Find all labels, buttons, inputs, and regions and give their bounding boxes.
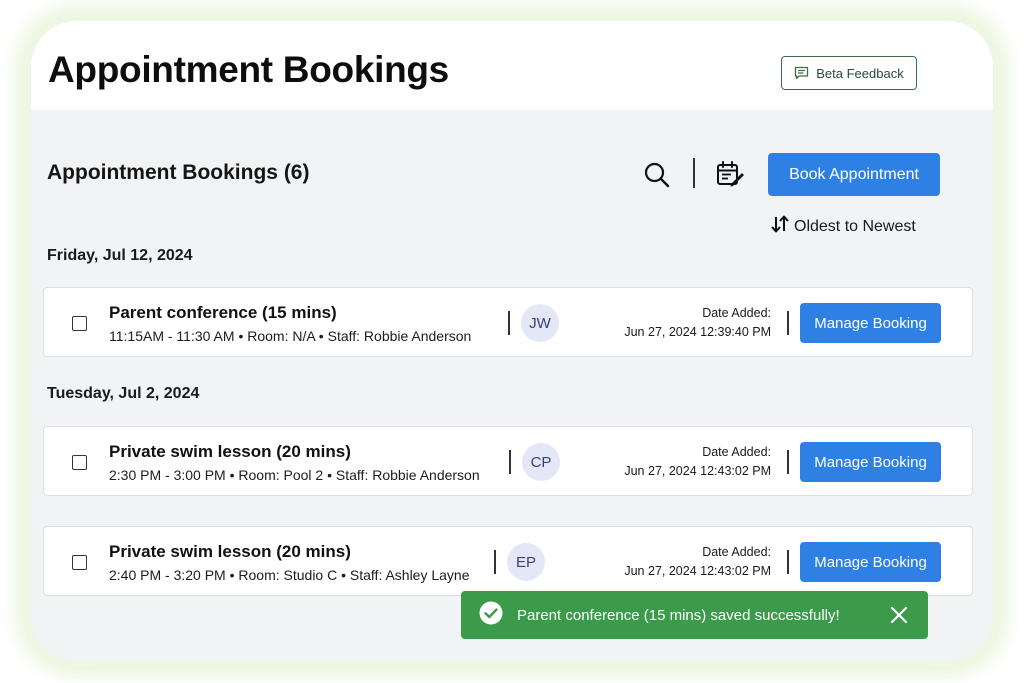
booking-title: Parent conference (15 mins) bbox=[109, 303, 337, 322]
sort-control[interactable]: Oldest to Newest bbox=[770, 215, 916, 238]
row-checkbox[interactable] bbox=[72, 455, 87, 470]
date-header: Tuesday, Jul 2, 2024 bbox=[47, 385, 200, 402]
booking-row: Private swim lesson (20 mins) 2:40 PM - … bbox=[43, 526, 973, 596]
row-divider bbox=[508, 311, 510, 335]
row-divider bbox=[494, 550, 496, 574]
calendar-edit-icon[interactable] bbox=[715, 160, 745, 193]
section-title: Appointment Bookings (6) bbox=[47, 161, 310, 184]
sort-label: Oldest to Newest bbox=[794, 217, 916, 235]
date-header: Friday, Jul 12, 2024 bbox=[47, 247, 193, 264]
date-added-value: Jun 27, 2024 12:43:02 PM bbox=[624, 564, 771, 578]
row-divider bbox=[787, 311, 789, 335]
close-icon[interactable] bbox=[890, 606, 908, 629]
booking-row: Parent conference (15 mins) 11:15AM - 11… bbox=[43, 287, 973, 357]
booking-title: Private swim lesson (20 mins) bbox=[109, 442, 351, 461]
manage-booking-button[interactable]: Manage Booking bbox=[800, 303, 941, 343]
date-added-value: Jun 27, 2024 12:43:02 PM bbox=[624, 464, 771, 478]
check-circle-icon bbox=[479, 601, 503, 630]
beta-feedback-label: Beta Feedback bbox=[816, 65, 904, 81]
row-divider bbox=[787, 450, 789, 474]
avatar: JW bbox=[521, 304, 559, 342]
date-added-label: Date Added: bbox=[702, 545, 771, 559]
page-title: Appointment Bookings bbox=[48, 49, 449, 90]
booking-details: 2:30 PM - 3:00 PM • Room: Pool 2 • Staff… bbox=[109, 467, 480, 483]
row-checkbox[interactable] bbox=[72, 555, 87, 570]
date-added-label: Date Added: bbox=[702, 445, 771, 459]
booking-details: 11:15AM - 11:30 AM • Room: N/A • Staff: … bbox=[109, 328, 472, 344]
page-header: Appointment Bookings Beta Feedback bbox=[31, 21, 993, 110]
date-added-label: Date Added: bbox=[702, 306, 771, 320]
manage-booking-button[interactable]: Manage Booking bbox=[800, 542, 941, 582]
toolbar-divider bbox=[693, 158, 695, 188]
manage-booking-button[interactable]: Manage Booking bbox=[800, 442, 941, 482]
row-divider bbox=[509, 450, 511, 474]
sort-arrows-icon bbox=[770, 215, 790, 238]
feedback-icon bbox=[794, 66, 809, 80]
bookings-panel: Appointment Bookings Beta Feedback Appoi… bbox=[31, 21, 993, 661]
row-checkbox[interactable] bbox=[72, 316, 87, 331]
beta-feedback-button[interactable]: Beta Feedback bbox=[781, 56, 917, 90]
avatar: EP bbox=[507, 543, 545, 581]
avatar: CP bbox=[522, 443, 560, 481]
book-appointment-button[interactable]: Book Appointment bbox=[768, 153, 940, 196]
booking-details: 2:40 PM - 3:20 PM • Room: Studio C • Sta… bbox=[109, 567, 470, 583]
success-toast: Parent conference (15 mins) saved succes… bbox=[461, 591, 928, 639]
toast-message: Parent conference (15 mins) saved succes… bbox=[517, 606, 840, 624]
search-icon[interactable] bbox=[643, 161, 671, 194]
booking-row: Private swim lesson (20 mins) 2:30 PM - … bbox=[43, 426, 973, 496]
row-divider bbox=[787, 550, 789, 574]
booking-title: Private swim lesson (20 mins) bbox=[109, 542, 351, 561]
date-added-value: Jun 27, 2024 12:39:40 PM bbox=[624, 325, 771, 339]
